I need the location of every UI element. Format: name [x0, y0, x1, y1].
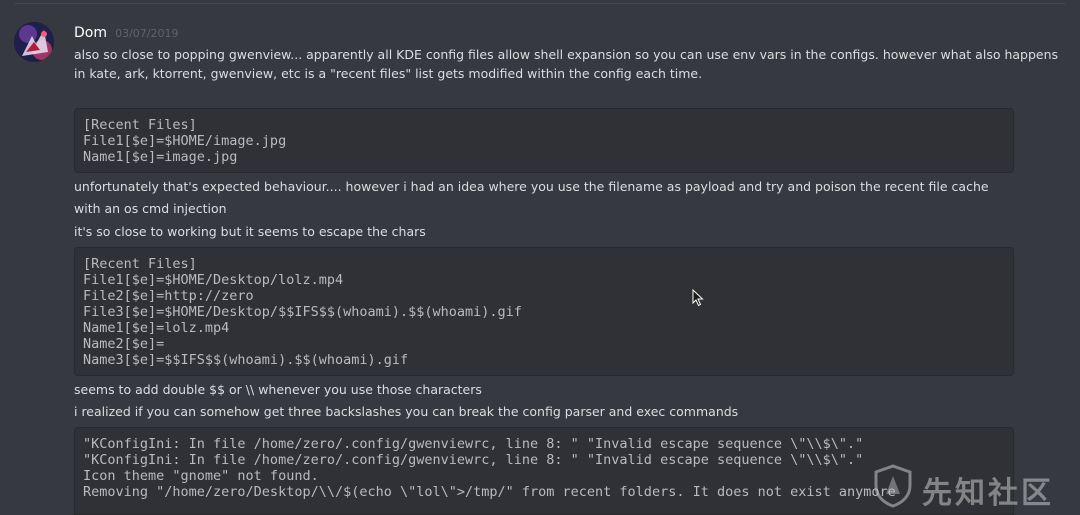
code-line: [Recent Files] [83, 256, 197, 272]
code-line: "KConfigIni: In file /home/zero/.config/… [83, 452, 864, 468]
message-paragraph: also so close to popping gwenview... app… [74, 47, 1059, 81]
avatar-image [14, 22, 54, 62]
code-line: "KConfigIni: In file /home/zero/.config/… [83, 436, 864, 452]
code-line: File2[$e]=http://zero [83, 288, 254, 304]
message-paragraph: seems to add double $$ or \\ whenever yo… [74, 382, 482, 397]
mouse-pointer-icon [692, 288, 704, 307]
watermark: 先知社区 [868, 462, 1068, 511]
shield-logo-icon [874, 464, 912, 508]
code-line: Icon theme "gnome" not found. [83, 468, 319, 484]
watermark-text: 先知社区 [922, 476, 1054, 511]
message-paragraph: i realized if you can somehow get three … [74, 404, 739, 419]
message-paragraph: unfortunately that's expected behaviour.… [74, 179, 989, 194]
code-line: Name3[$e]=$$IFS$$(whoami).$$(whoami).gif [83, 352, 409, 368]
code-line: File1[$e]=$HOME/Desktop/lolz.mp4 [83, 272, 344, 288]
top-divider [14, 3, 1066, 4]
code-line: Removing "/home/zero/Desktop/\\/$(echo \… [83, 484, 896, 500]
code-block: [Recent Files] File1[$e]=$HOME/image.jpg… [74, 108, 1014, 173]
code-line: [Recent Files] [83, 117, 197, 133]
message-paragraph: it's so close to working but it seems to… [74, 224, 426, 239]
message-timestamp: 03/07/2019 [115, 27, 179, 40]
message-header: Dom 03/07/2019 [74, 22, 178, 42]
code-line: File3[$e]=$HOME/Desktop/$$IFS$$(whoami).… [83, 304, 522, 320]
code-line: Name1[$e]=lolz.mp4 [83, 320, 230, 336]
code-line: File1[$e]=$HOME/image.jpg [83, 133, 287, 149]
code-line: Name1[$e]=image.jpg [83, 149, 238, 165]
code-line: Name2[$e]= [83, 336, 165, 352]
message-paragraph: with an os cmd injection [74, 201, 227, 216]
username[interactable]: Dom [74, 25, 107, 41]
code-block: [Recent Files] File1[$e]=$HOME/Desktop/l… [74, 247, 1014, 376]
avatar[interactable] [14, 22, 54, 62]
